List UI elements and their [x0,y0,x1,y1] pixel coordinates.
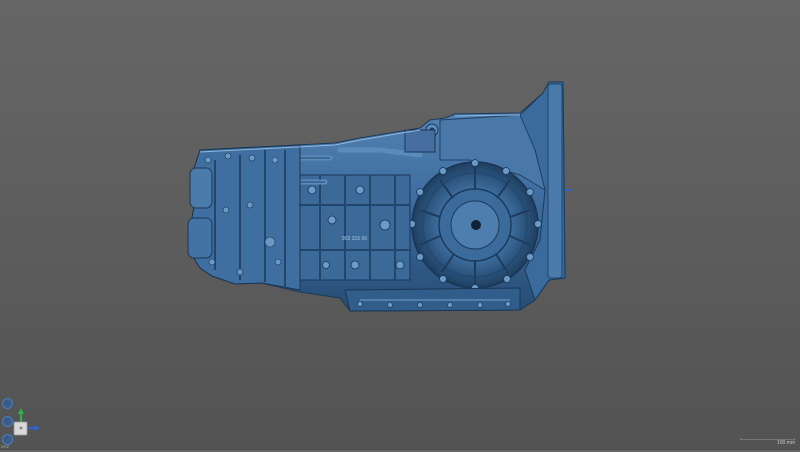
axis-readout: XYZ [1,444,9,449]
scale-bar: 100 mm [740,438,795,446]
viewport-edge-marker [565,189,571,191]
scale-label: 100 mm [776,440,795,446]
part-stamp: 902 315 00 [342,236,367,242]
left-housing [189,144,301,291]
axis-triad [13,408,40,436]
output-shaft-hole [471,220,481,230]
transmission-model[interactable]: 902 315 00 [0,0,800,450]
end-cap-lower [187,217,213,259]
flange-rim [547,83,563,279]
end-cap-upper [189,167,213,209]
3d-viewport[interactable]: 902 315 00 100 mm XYZ [0,0,800,450]
